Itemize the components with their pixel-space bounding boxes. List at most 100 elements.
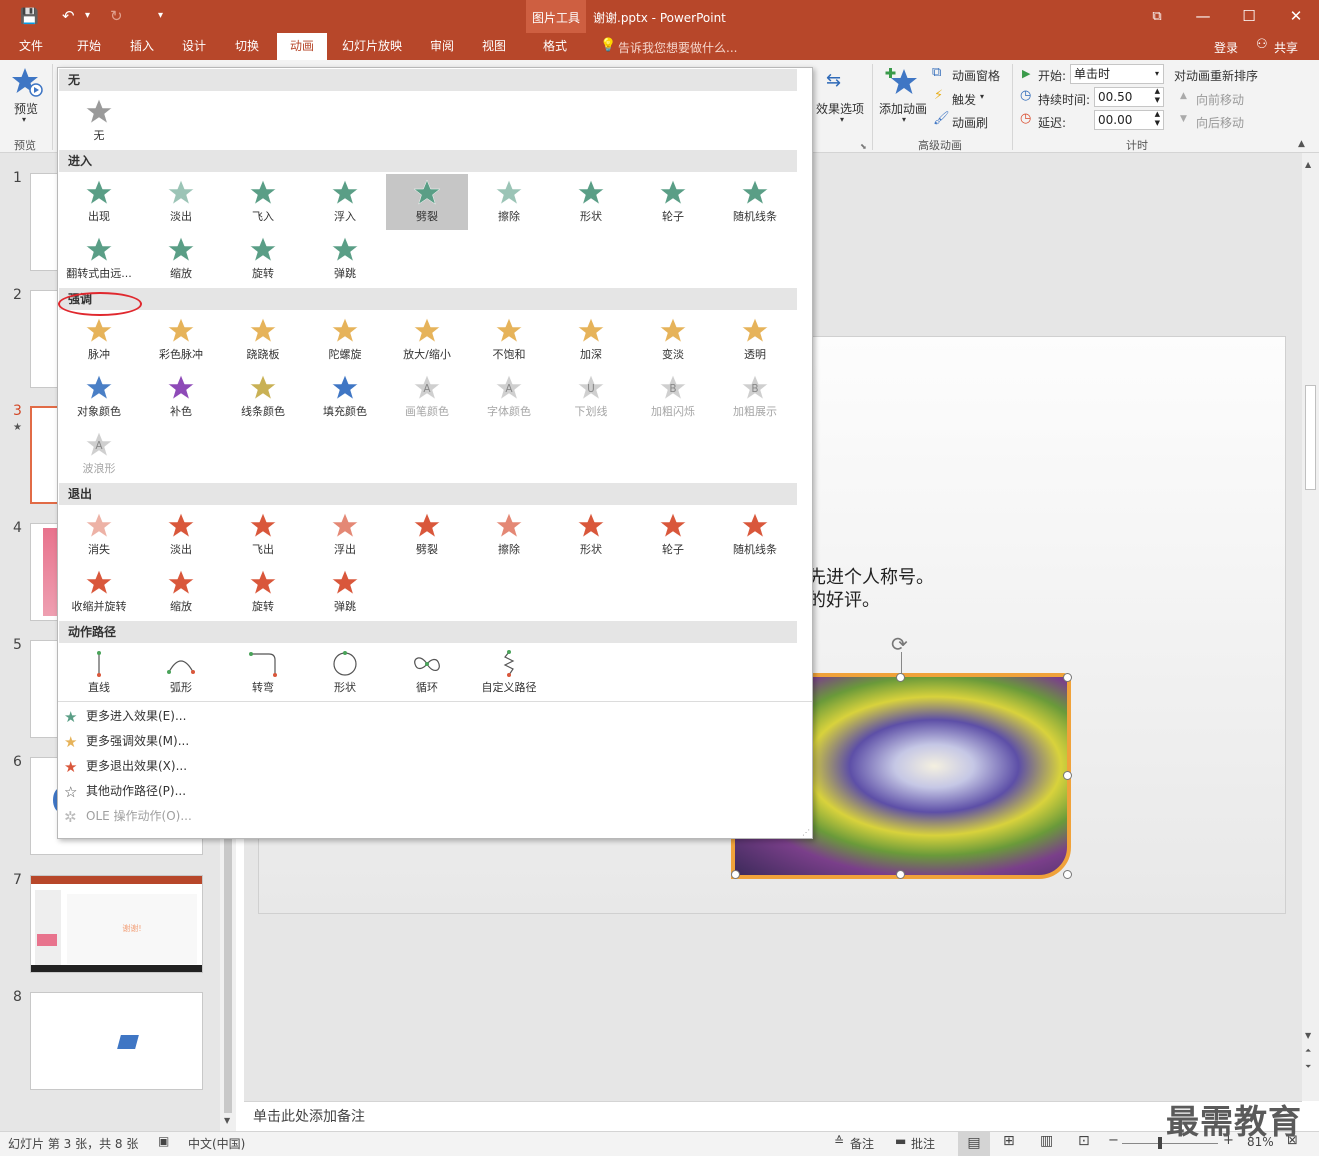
entrance-effect-item[interactable]: 轮子	[632, 174, 714, 230]
emphasis-effect-item[interactable]: 脉冲	[58, 312, 140, 368]
tab-review[interactable]: 审阅	[420, 33, 464, 60]
preview-dropdown-icon[interactable]: ▾	[22, 115, 26, 124]
exit-effect-item[interactable]: 浮出	[304, 507, 386, 563]
exit-effect-item[interactable]: 旋转	[222, 564, 304, 620]
previous-slide-icon[interactable]: ⏶	[1305, 1046, 1311, 1056]
exit-effect-item[interactable]: 缩放	[140, 564, 222, 620]
exit-effect-item[interactable]: 擦除	[468, 507, 550, 563]
next-slide-icon[interactable]: ⏷	[1305, 1062, 1311, 1072]
move-earlier-button[interactable]: 向前移动	[1196, 91, 1244, 108]
reading-view-icon[interactable]: ▥	[1040, 1133, 1053, 1149]
comments-toggle[interactable]: 批注	[911, 1135, 935, 1152]
entrance-effect-item[interactable]: 淡出	[140, 174, 222, 230]
comments-icon[interactable]: ▬	[895, 1134, 906, 1148]
resize-handle[interactable]	[896, 673, 905, 682]
add-animation-dropdown-icon[interactable]: ▾	[902, 115, 906, 124]
entrance-effect-item[interactable]: 形状	[550, 174, 632, 230]
tab-animations[interactable]: 动画	[277, 33, 327, 60]
more-effects-item[interactable]: ★ 更多进入效果(E)...	[64, 705, 186, 727]
exit-effect-item[interactable]: 弹跳	[304, 564, 386, 620]
slide-sorter-view-icon[interactable]: ⊞	[1003, 1133, 1015, 1149]
emphasis-effect-item[interactable]: 对象颜色	[58, 369, 140, 425]
resize-handle[interactable]	[896, 870, 905, 879]
editor-scroll-thumb[interactable]	[1305, 385, 1316, 490]
motion-path-item[interactable]: 弧形	[140, 645, 222, 701]
exit-effect-item[interactable]: 飞出	[222, 507, 304, 563]
login-link[interactable]: 登录	[1214, 39, 1238, 56]
motion-path-item[interactable]: 循环	[386, 645, 468, 701]
share-button[interactable]: 共享	[1274, 39, 1298, 56]
emphasis-effect-item[interactable]: 变淡	[632, 312, 714, 368]
entrance-effect-item[interactable]: 出现	[58, 174, 140, 230]
emphasis-effect-item[interactable]: 跷跷板	[222, 312, 304, 368]
more-effects-item[interactable]: ☆ 其他动作路径(P)...	[64, 780, 186, 802]
undo-icon[interactable]: ↶	[62, 6, 75, 26]
slide-thumbnail-7[interactable]: 谢谢!	[30, 875, 203, 973]
delay-input[interactable]: 00.00 ▲ ▼	[1094, 110, 1164, 130]
exit-effect-item[interactable]: 轮子	[632, 507, 714, 563]
exit-effect-item[interactable]: 劈裂	[386, 507, 468, 563]
emphasis-effect-item[interactable]: 不饱和	[468, 312, 550, 368]
entrance-effect-item[interactable]: 劈裂	[386, 174, 468, 230]
entrance-effect-item[interactable]: 翻转式由远...	[58, 231, 140, 287]
animation-painter-icon[interactable]: 🖌	[933, 111, 950, 126]
start-select[interactable]: 单击时 ▾	[1070, 64, 1164, 84]
entrance-effect-item[interactable]: 缩放	[140, 231, 222, 287]
entrance-effect-item[interactable]: 浮入	[304, 174, 386, 230]
notes-toggle[interactable]: 备注	[850, 1135, 874, 1152]
tab-transitions[interactable]: 切换	[225, 33, 269, 60]
tab-design[interactable]: 设计	[172, 33, 216, 60]
zoom-slider-thumb[interactable]	[1158, 1137, 1162, 1149]
entrance-effect-item[interactable]: 旋转	[222, 231, 304, 287]
exit-effect-item[interactable]: 淡出	[140, 507, 222, 563]
resize-handle[interactable]	[731, 870, 740, 879]
entrance-effect-item[interactable]: 随机线条	[714, 174, 796, 230]
tab-view[interactable]: 视图	[472, 33, 516, 60]
resize-handle[interactable]	[1063, 673, 1072, 682]
emphasis-effect-item[interactable]: 补色	[140, 369, 222, 425]
duration-input[interactable]: 00.50 ▲ ▼	[1094, 87, 1164, 107]
emphasis-effect-item[interactable]: 加深	[550, 312, 632, 368]
resize-handle[interactable]	[1063, 870, 1072, 879]
exit-effect-item[interactable]: 收缩并旋转	[58, 564, 140, 620]
motion-path-item[interactable]: 直线	[58, 645, 140, 701]
more-effects-item[interactable]: ★ 更多强调效果(M)...	[64, 730, 189, 752]
emphasis-effect-item[interactable]: 彩色脉冲	[140, 312, 222, 368]
dialog-launcher-icon[interactable]: ⬊	[860, 142, 867, 151]
minimize-button[interactable]: —	[1180, 0, 1226, 33]
zoom-out-icon[interactable]: −	[1108, 1133, 1119, 1148]
entrance-effect-item[interactable]: 飞入	[222, 174, 304, 230]
more-effects-item[interactable]: ★ 更多退出效果(X)...	[64, 755, 187, 777]
emphasis-effect-item[interactable]: 透明	[714, 312, 796, 368]
emphasis-effect-item[interactable]: 放大/缩小	[386, 312, 468, 368]
maximize-button[interactable]: ☐	[1226, 0, 1272, 33]
trigger-dropdown-icon[interactable]: ▾	[980, 92, 984, 101]
share-icon[interactable]: ⚇	[1256, 37, 1268, 52]
undo-dropdown-icon[interactable]: ▾	[85, 6, 90, 26]
collapse-ribbon-icon[interactable]: ▲	[1298, 139, 1305, 149]
motion-path-item[interactable]: 形状	[304, 645, 386, 701]
effect-options-dropdown-icon[interactable]: ▾	[840, 115, 844, 124]
animation-pane-button[interactable]: 动画窗格	[952, 67, 1000, 84]
customize-qat-icon[interactable]: ▾	[158, 6, 163, 26]
redo-icon[interactable]: ↻	[110, 6, 123, 26]
slideshow-view-icon[interactable]: ⊡	[1078, 1133, 1090, 1149]
exit-effect-item[interactable]: 随机线条	[714, 507, 796, 563]
emphasis-effect-item[interactable]: 线条颜色	[222, 369, 304, 425]
move-later-button[interactable]: 向后移动	[1196, 114, 1244, 131]
scroll-down-icon[interactable]: ▼	[224, 1116, 230, 1125]
entrance-effect-item[interactable]: 擦除	[468, 174, 550, 230]
scroll-down-icon[interactable]: ▼	[1305, 1031, 1311, 1040]
slide-text-line2[interactable]: 的好评。	[808, 586, 880, 612]
exit-effect-item[interactable]: 消失	[58, 507, 140, 563]
entrance-effect-item[interactable]: 弹跳	[304, 231, 386, 287]
motion-path-item[interactable]: 转弯	[222, 645, 304, 701]
save-icon[interactable]: 💾	[20, 6, 39, 26]
spellcheck-icon[interactable]: ▣	[158, 1134, 169, 1148]
tab-insert[interactable]: 插入	[120, 33, 164, 60]
normal-view-icon[interactable]: ▤	[958, 1132, 990, 1156]
animation-painter-button[interactable]: 动画刷	[952, 114, 988, 131]
trigger-button[interactable]: 触发	[952, 91, 976, 108]
tab-file[interactable]: 文件	[8, 33, 54, 60]
tab-slideshow[interactable]: 幻灯片放映	[337, 33, 407, 60]
